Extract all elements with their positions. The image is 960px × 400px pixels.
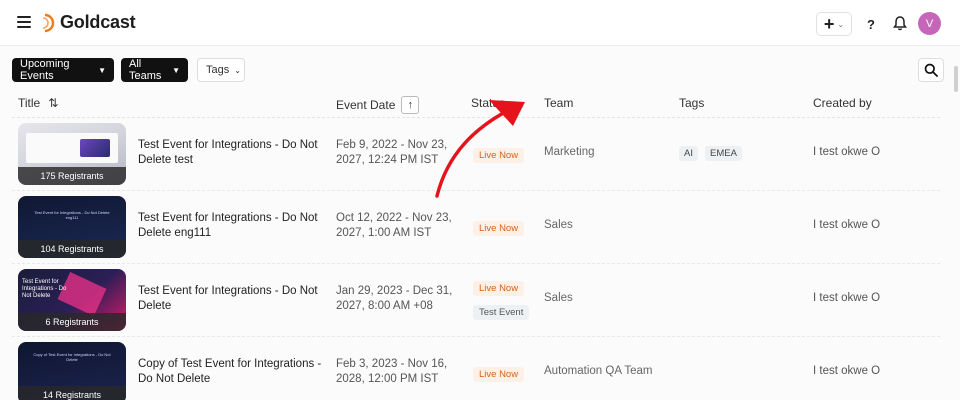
column-created-by: Created by (813, 96, 872, 110)
created-by: I test okwe O (813, 219, 881, 231)
event-thumbnail[interactable]: Test Event for Integrations - Do Not Del… (18, 269, 126, 331)
event-team: Sales (544, 292, 573, 304)
column-team-label: Team (544, 96, 574, 110)
event-date: Oct 12, 2022 - Nov 23, 2027, 1:00 AM IST (336, 212, 452, 239)
thumbnail-title: Test Event for Integrations - Do Not Del… (34, 210, 110, 220)
bell-icon[interactable] (892, 15, 908, 31)
registrants-count: 14 Registrants (18, 386, 126, 400)
registrants-count: 175 Registrants (18, 167, 126, 185)
help-icon[interactable]: ? (861, 12, 881, 36)
chevron-down-icon: ⌄ (234, 65, 241, 75)
column-tags: Tags (679, 96, 704, 110)
search-icon (924, 63, 938, 77)
column-event-date-label: Event Date (336, 98, 396, 112)
chevron-down-icon: ▼ (98, 65, 106, 75)
sort-icon[interactable]: ⇅ (48, 96, 58, 110)
status-badge: Live Now (473, 148, 525, 163)
status-badge: Test Event (473, 305, 530, 320)
column-team: Team (544, 96, 573, 110)
thumbnail-title: Copy of Test Event for Integrations - Do… (33, 352, 111, 362)
tags-filter[interactable]: Tags ⌄ (197, 58, 245, 82)
table-row[interactable]: Test Event for Integrations - Do Not Del… (0, 264, 960, 337)
top-bar: Goldcast + ⌄ ? V (0, 0, 960, 46)
event-team: Sales (544, 219, 573, 231)
event-date: Feb 9, 2022 - Nov 23, 2027, 12:24 PM IST (336, 139, 448, 166)
event-team: Marketing (544, 146, 595, 158)
menu-icon[interactable] (17, 16, 31, 28)
event-title[interactable]: Test Event for Integrations - Do Not Del… (138, 284, 326, 314)
chevron-down-icon: ▼ (172, 65, 180, 75)
scrollbar-thumb[interactable] (954, 66, 958, 92)
tag-badge: EMEA (705, 146, 742, 161)
plus-icon: + (823, 14, 835, 34)
goldcast-logo-icon (42, 13, 55, 32)
upcoming-events-label: Upcoming Events (20, 58, 70, 82)
all-teams-filter[interactable]: All Teams ▼ (121, 58, 188, 82)
thumbnail-title: Test Event for Integrations - Do Not Del… (22, 279, 67, 299)
created-by: I test okwe O (813, 365, 881, 377)
scrollbar-track[interactable] (953, 48, 960, 400)
event-date: Jan 29, 2023 - Dec 31, 2027, 8:00 AM +08 (336, 285, 453, 312)
thumbnail-preview (26, 133, 118, 163)
table-row[interactable]: Copy of Test Event for Integrations - Do… (0, 337, 960, 400)
avatar[interactable]: V (918, 12, 941, 35)
column-created-by-label: Created by (813, 96, 872, 110)
event-title[interactable]: Test Event for Integrations - Do Not Del… (138, 138, 326, 168)
event-title[interactable]: Test Event for Integrations - Do Not Del… (138, 211, 326, 241)
event-thumbnail[interactable]: Copy of Test Event for Integrations - Do… (18, 342, 126, 400)
column-title-label: Title (18, 96, 41, 110)
registrants-count: 104 Registrants (18, 240, 126, 258)
event-thumbnail[interactable]: Test Event for Integrations - Do Not Del… (18, 196, 126, 258)
column-tags-label: Tags (679, 96, 705, 110)
table-row[interactable]: 175 Registrants Test Event for Integrati… (0, 118, 960, 191)
tag-badge: AI (679, 146, 698, 161)
status-badge: Live Now (473, 281, 525, 296)
column-status: Status (471, 96, 505, 110)
table-header: Title ⇅ Event Date ↑ Status Team Tags Cr… (0, 90, 960, 118)
add-button[interactable]: + ⌄ (816, 12, 852, 36)
created-by: I test okwe O (813, 292, 881, 304)
tags-filter-label: Tags (206, 64, 230, 76)
all-teams-label: All Teams (129, 58, 162, 82)
table-row[interactable]: Test Event for Integrations - Do Not Del… (0, 191, 960, 264)
event-title[interactable]: Copy of Test Event for Integrations - Do… (138, 357, 326, 387)
event-thumbnail[interactable]: 175 Registrants (18, 123, 126, 185)
upcoming-events-filter[interactable]: Upcoming Events ▼ (12, 58, 114, 82)
app-name: Goldcast (60, 12, 136, 32)
registrants-count: 6 Registrants (18, 313, 126, 331)
column-title[interactable]: Title ⇅ (18, 96, 58, 110)
status-badge: Live Now (473, 367, 525, 382)
arrow-up-icon[interactable]: ↑ (401, 96, 420, 114)
created-by: I test okwe O (813, 146, 881, 158)
chevron-down-icon: ⌄ (837, 19, 845, 29)
column-status-label: Status (471, 96, 506, 110)
column-event-date[interactable]: Event Date ↑ (336, 96, 420, 114)
goldcast-logo[interactable]: Goldcast (42, 12, 136, 33)
event-team: Automation QA Team (544, 365, 653, 377)
status-badge: Live Now (473, 221, 525, 236)
event-date: Feb 3, 2023 - Nov 16, 2028, 12:00 PM IST (336, 358, 448, 385)
search-button[interactable] (918, 58, 944, 82)
